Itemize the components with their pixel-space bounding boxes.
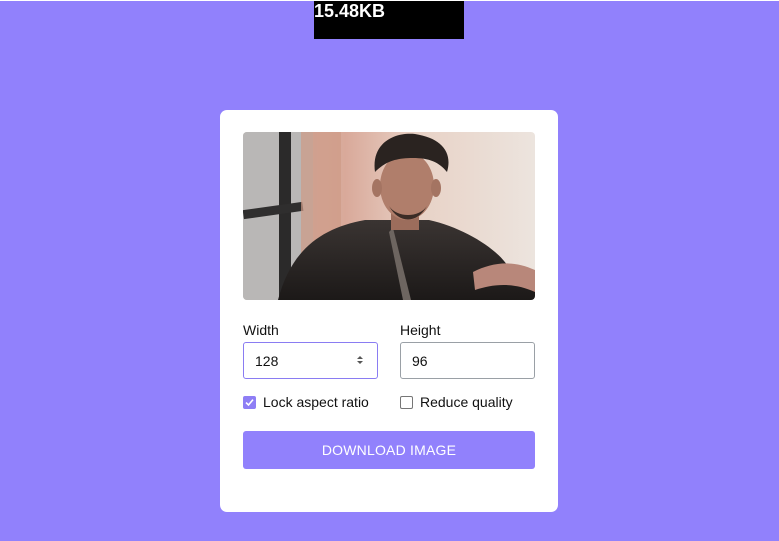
lock-aspect-ratio-checkbox[interactable] <box>243 395 256 409</box>
width-label: Width <box>243 322 279 338</box>
checkmark-icon <box>245 398 254 406</box>
photo-preview-image <box>243 132 535 300</box>
reduce-quality-label: Reduce quality <box>420 394 513 410</box>
lock-aspect-ratio-label: Lock aspect ratio <box>263 394 369 410</box>
spinner-arrows-icon[interactable] <box>356 354 364 366</box>
reduce-quality-checkbox[interactable] <box>400 395 413 409</box>
resizer-card: Width Height Lock aspect ratio Reduce qu… <box>220 110 558 512</box>
download-image-button[interactable]: DOWNLOAD IMAGE <box>243 431 535 469</box>
height-label: Height <box>400 322 441 338</box>
height-input[interactable] <box>400 342 535 379</box>
file-size-label: 15.48KB <box>314 1 464 39</box>
lock-aspect-ratio-option[interactable]: Lock aspect ratio <box>243 394 369 410</box>
reduce-quality-option[interactable]: Reduce quality <box>400 394 513 410</box>
image-preview <box>243 132 535 300</box>
